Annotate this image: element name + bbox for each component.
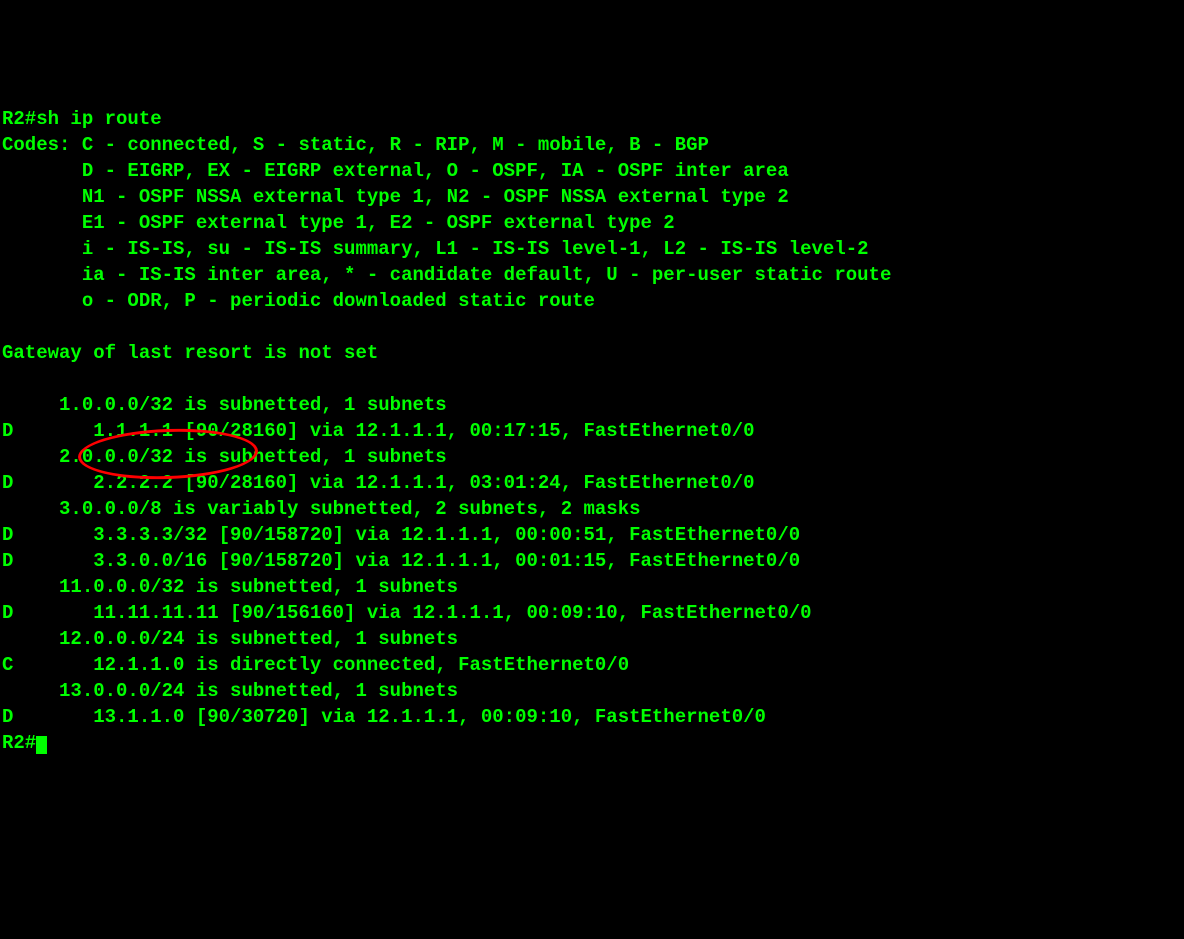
route-entry: 12.0.0.0/24 is subnetted, 1 subnets [2, 628, 458, 650]
codes-line: N1 - OSPF NSSA external type 1, N2 - OSP… [2, 186, 789, 208]
codes-line: o - ODR, P - periodic downloaded static … [2, 290, 595, 312]
route-entry: 2.0.0.0/32 is subnetted, 1 subnets [2, 446, 447, 468]
codes-line: E1 - OSPF external type 1, E2 - OSPF ext… [2, 212, 675, 234]
command-line: R2#sh ip route [2, 108, 162, 130]
route-entry: C 12.1.1.0 is directly connected, FastEt… [2, 654, 629, 676]
route-entry: D 2.2.2.2 [90/28160] via 12.1.1.1, 03:01… [2, 472, 755, 494]
prompt-line[interactable]: R2# [2, 732, 47, 754]
route-entry: 11.0.0.0/32 is subnetted, 1 subnets [2, 576, 458, 598]
prompt: R2# [2, 732, 36, 754]
codes-line: i - IS-IS, su - IS-IS summary, L1 - IS-I… [2, 238, 869, 260]
route-entry: D 13.1.1.0 [90/30720] via 12.1.1.1, 00:0… [2, 706, 766, 728]
cursor [36, 736, 47, 754]
codes-line: D - EIGRP, EX - EIGRP external, O - OSPF… [2, 160, 789, 182]
route-entry: 1.0.0.0/32 is subnetted, 1 subnets [2, 394, 447, 416]
route-entry: D 11.11.11.11 [90/156160] via 12.1.1.1, … [2, 602, 812, 624]
gateway-line: Gateway of last resort is not set [2, 342, 378, 364]
route-entry: 13.0.0.0/24 is subnetted, 1 subnets [2, 680, 458, 702]
codes-header: Codes: C - connected, S - static, R - RI… [2, 134, 709, 156]
route-entry: D 1.1.1.1 [90/28160] via 12.1.1.1, 00:17… [2, 420, 755, 442]
route-entry: D 3.3.3.3/32 [90/158720] via 12.1.1.1, 0… [2, 524, 800, 546]
codes-line: ia - IS-IS inter area, * - candidate def… [2, 264, 891, 286]
route-entry: 3.0.0.0/8 is variably subnetted, 2 subne… [2, 498, 641, 520]
command-text: sh ip route [36, 108, 161, 130]
prompt: R2# [2, 108, 36, 130]
route-entry: D 3.3.0.0/16 [90/158720] via 12.1.1.1, 0… [2, 550, 800, 572]
